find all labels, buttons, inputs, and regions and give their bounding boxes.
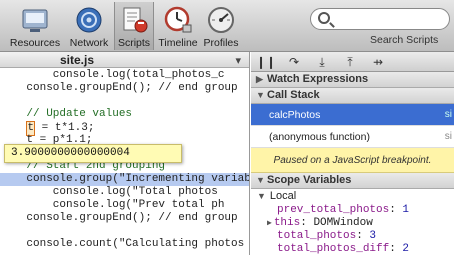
scope-property[interactable]: ▶ this: DOMWindow [251,217,454,230]
paused-message: Paused on a JavaScript breakpoint. [251,148,454,173]
search-input[interactable] [310,8,450,30]
watch-expressions-header[interactable]: ▶ Watch Expressions [251,72,454,88]
hover-value-tooltip: 3.9000000000000004 [4,144,182,163]
toolbar: Resources Network Scripts Timeline Profi… [0,0,454,52]
call-frame[interactable]: (anonymous function) si [251,126,454,148]
step-over-icon[interactable]: ↷ [283,54,305,70]
code-line: t = t*1.3; [26,121,95,136]
deactivate-breakpoints-icon[interactable]: ⇸ [367,54,389,70]
code-line: console.count("Calculating photos [0,238,245,250]
code-line: console.groupEnd(); // end group [0,212,238,224]
tab-network[interactable]: Network [66,2,112,50]
file-dropdown-icon[interactable]: ▾ [235,54,241,67]
tab-profiles[interactable]: Profiles [200,2,242,50]
scope-property[interactable]: total_photos: 3 [251,230,454,243]
expanded-triangle-icon: ▼ [256,175,265,185]
call-stack-header[interactable]: ▼ Call Stack [251,88,454,104]
collapsed-triangle-icon: ▶ [256,74,263,84]
scope-property[interactable]: total_photos_diff: 2 [251,243,454,255]
code-line: // Update values [0,108,133,120]
scope-property[interactable]: prev_total_photos: 1 [251,204,454,217]
search-icon [318,12,330,24]
timeline-icon [163,5,193,35]
call-frame[interactable]: calcPhotos si [251,104,454,126]
code-line: console.log("Total photos [0,186,218,198]
tab-resources[interactable]: Resources [6,2,64,50]
pause-resume-icon[interactable]: ❙❙ [255,54,277,70]
step-out-icon[interactable]: ⤒ [339,54,361,70]
tab-timeline[interactable]: Timeline [158,2,198,50]
code-line: console.log("Prev total ph [0,199,225,211]
scope-local[interactable]: ▼ Local [251,189,454,204]
collapsed-triangle-icon[interactable]: ▶ [267,219,272,228]
step-into-icon[interactable]: ⤓ [311,54,333,70]
source-header: site.js ▾ [0,52,249,68]
profiles-icon [206,5,236,35]
code-line: console.groupEnd(); // end group [0,82,238,94]
scope-variables-header[interactable]: ▼ Scope Variables [251,173,454,189]
tab-scripts[interactable]: Scripts [114,2,154,50]
code-line: console.log(total_photos_c [0,69,225,81]
network-icon [74,5,104,35]
file-name[interactable]: site.js [60,53,94,67]
current-line: console.group("Incrementing variab [0,173,250,186]
debugger-sidebar: ❙❙ ↷ ⤓ ⤒ ⇸ ▶ Watch Expressions ▼ Call St… [251,52,454,255]
expanded-triangle-icon: ▼ [257,191,266,201]
search-label: Search Scripts [370,34,439,46]
debugger-controls: ❙❙ ↷ ⤓ ⤒ ⇸ [251,52,454,72]
expanded-triangle-icon: ▼ [256,90,265,100]
resources-icon [20,5,50,35]
scripts-icon [119,5,149,35]
